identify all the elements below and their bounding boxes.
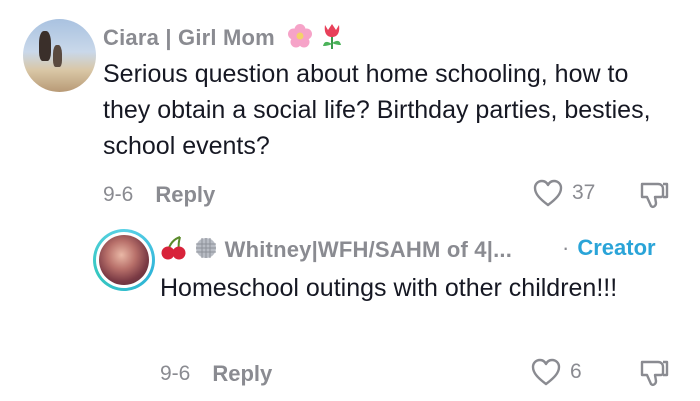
dislike-button[interactable] [638,180,670,215]
reply-avatar[interactable] [93,229,155,291]
reply-like-count: 6 [570,360,582,383]
commenter-username[interactable]: Ciara | Girl Mom [103,22,344,56]
cherries-emoji [160,235,188,267]
reply-dislike-button[interactable] [638,358,670,393]
heart-icon [531,358,561,386]
creator-badge: · Creator [562,235,656,260]
reply-like-button[interactable]: 6 [530,357,582,387]
comment-text: Serious question about home schooling, h… [103,60,651,160]
reply-text: Homeschool outings with other children!!… [160,274,618,302]
comment-date: 9-6 [103,183,134,206]
like-button[interactable]: 37 [532,178,595,208]
commenter-avatar[interactable] [23,19,96,92]
reply-date: 9-6 [160,362,191,385]
comment-meta: 9-6 Reply [103,182,215,208]
heart-icon [533,179,563,207]
disco-ball-emoji [194,236,218,266]
thumbs-down-icon [640,182,669,208]
reply-reply-button[interactable]: Reply [212,361,272,387]
like-count: 37 [572,181,596,204]
reply-button[interactable]: Reply [155,182,215,208]
tulip-emoji [320,22,344,56]
reply-username[interactable]: Whitney|WFH/SAHM of 4|... [160,235,512,267]
thumbs-down-icon [640,360,669,386]
flower-emoji [287,23,313,55]
reply-meta: 9-6 Reply [160,361,272,387]
